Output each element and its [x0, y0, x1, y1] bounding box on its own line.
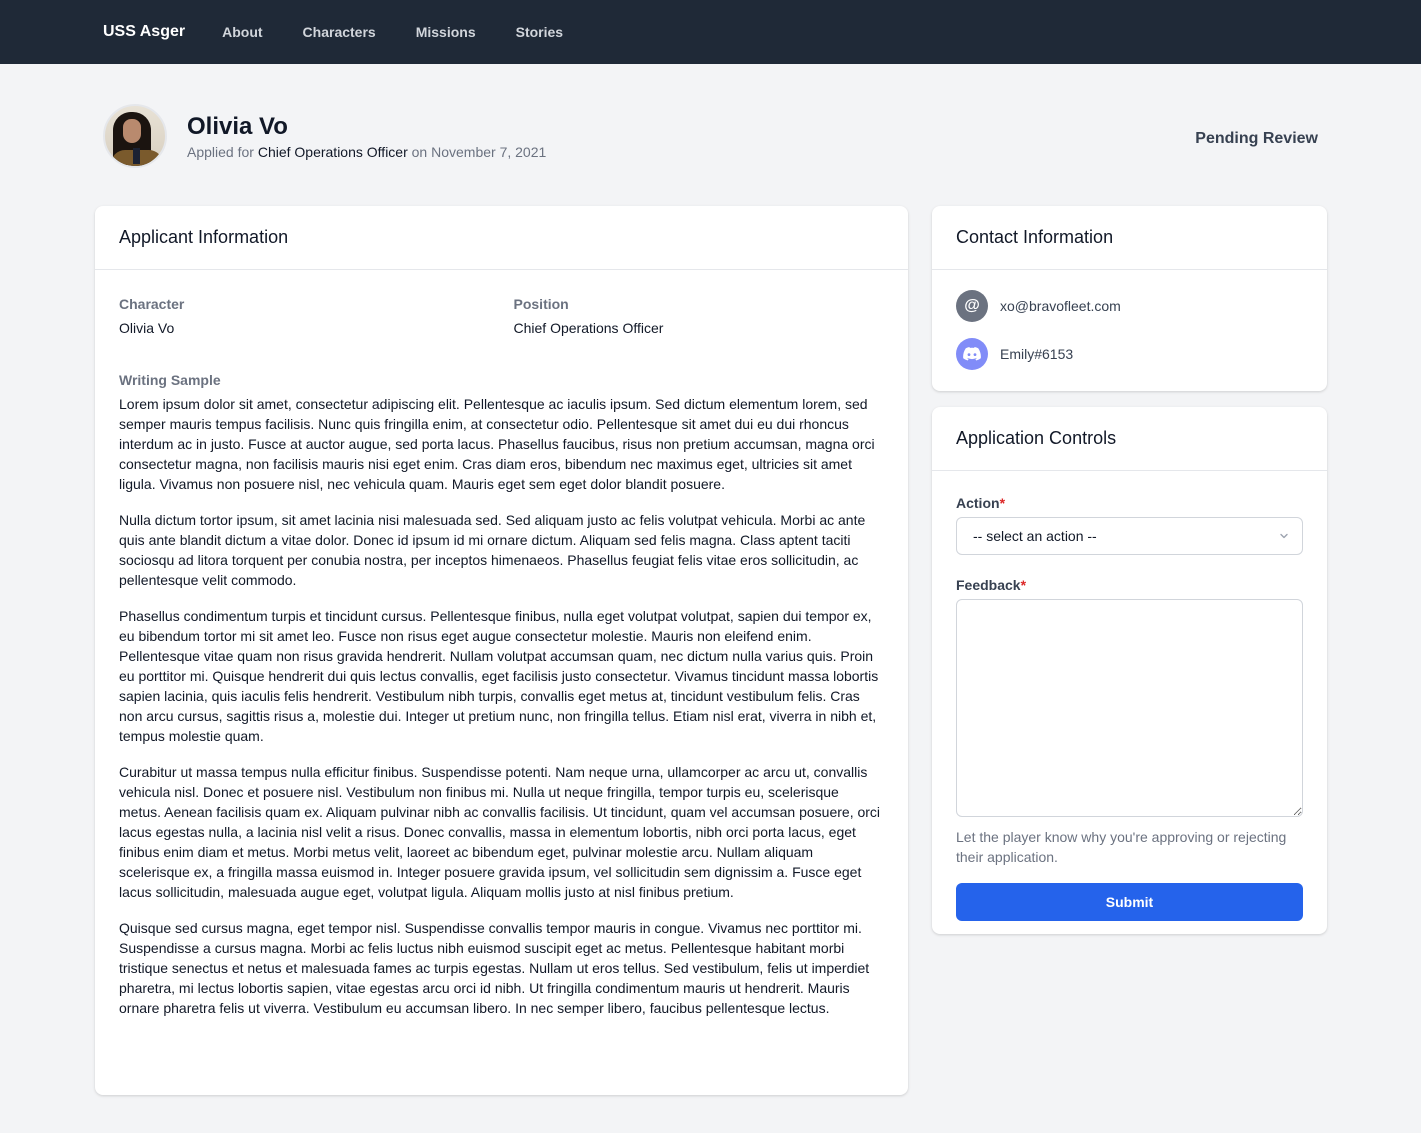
application-form: Action* -- select an action -- Feedback*…	[932, 471, 1327, 943]
writing-paragraph: Phasellus condimentum turpis et tincidun…	[119, 608, 879, 744]
contact-list: @ xo@bravofleet.com Emily#6153	[932, 270, 1327, 390]
applied-position: Chief Operations Officer	[257, 144, 408, 160]
application-header: Olivia Vo Applied for Chief Operations O…	[103, 104, 1318, 168]
contact-item-email: @ xo@bravofleet.com	[956, 290, 1303, 322]
card-header: Contact Information	[932, 206, 1327, 270]
card-header: Application Controls	[932, 407, 1327, 471]
position-value: Chief Operations Officer	[513, 320, 664, 336]
position-label: Position	[513, 296, 569, 312]
card-title: Contact Information	[956, 227, 1114, 247]
nav-link-characters[interactable]: Characters	[303, 24, 376, 40]
feedback-group: Feedback* Let the player know why you're…	[956, 575, 1303, 867]
applied-prefix: Applied for	[187, 144, 254, 160]
writing-paragraph: Lorem ipsum dolor sit amet, consectetur …	[119, 396, 875, 492]
card-title: Application Controls	[956, 428, 1117, 448]
applied-date: November 7, 2021	[431, 144, 547, 160]
card-header: Applicant Information	[95, 206, 908, 270]
writing-paragraph: Quisque sed cursus magna, eget tempor ni…	[119, 920, 870, 1016]
discord-glyph	[963, 347, 981, 361]
character-field: Character Olivia Vo	[119, 294, 490, 338]
action-select-value: -- select an action --	[973, 528, 1097, 544]
character-label: Character	[119, 296, 185, 312]
discord-icon	[956, 338, 988, 370]
avatar-face	[123, 119, 141, 143]
contact-email[interactable]: xo@bravofleet.com	[1000, 298, 1121, 314]
required-marker: *	[1020, 577, 1027, 593]
avatar	[103, 104, 167, 168]
submit-button[interactable]: Submit	[956, 883, 1303, 921]
action-label: Action*	[956, 493, 1303, 513]
writing-paragraph: Curabitur ut massa tempus nulla efficitu…	[119, 764, 881, 900]
applicant-information-card: Applicant Information Character Olivia V…	[95, 206, 908, 1095]
applied-line: Applied for Chief Operations Officer on …	[187, 144, 546, 160]
action-label-text: Action	[956, 495, 1000, 511]
date-prefix: on	[411, 144, 428, 160]
nav-link-about[interactable]: About	[222, 24, 262, 40]
nav-link-stories[interactable]: Stories	[516, 24, 563, 40]
writing-sample: Writing Sample Lorem ipsum dolor sit ame…	[119, 370, 884, 1018]
required-marker: *	[999, 495, 1006, 511]
header-text: Olivia Vo Applied for Chief Operations O…	[187, 112, 546, 160]
action-select[interactable]: -- select an action --	[956, 517, 1303, 555]
chevron-down-icon	[1280, 533, 1288, 539]
feedback-help-text: Let the player know why you're approving…	[956, 829, 1287, 865]
top-navbar: USS Asger About Characters Missions Stor…	[0, 0, 1421, 64]
applicant-fields: Character Olivia Vo Position Chief Opera…	[119, 294, 884, 1018]
nav-link-missions[interactable]: Missions	[416, 24, 476, 40]
feedback-label: Feedback*	[956, 575, 1303, 595]
card-body: Character Olivia Vo Position Chief Opera…	[95, 270, 908, 1042]
applicant-name: Olivia Vo	[187, 113, 288, 140]
brand-link[interactable]: USS Asger	[103, 23, 185, 41]
application-controls-card: Application Controls Action* -- select a…	[932, 407, 1327, 934]
card-title: Applicant Information	[119, 227, 289, 247]
writing-paragraph: Nulla dictum tortor ipsum, sit amet laci…	[119, 512, 866, 588]
contact-item-discord: Emily#6153	[956, 338, 1303, 370]
contact-discord: Emily#6153	[1000, 346, 1074, 362]
character-value: Olivia Vo	[119, 320, 175, 336]
at-sign-icon: @	[956, 290, 988, 322]
avatar-collar	[133, 148, 140, 164]
feedback-label-text: Feedback	[956, 577, 1021, 593]
writing-sample-label: Writing Sample	[119, 372, 221, 388]
feedback-textarea[interactable]	[956, 599, 1303, 817]
contact-information-card: Contact Information @ xo@bravofleet.com …	[932, 206, 1327, 391]
status-badge: Pending Review	[1195, 130, 1318, 147]
position-field: Position Chief Operations Officer	[514, 294, 885, 338]
action-group: Action* -- select an action --	[956, 493, 1303, 555]
